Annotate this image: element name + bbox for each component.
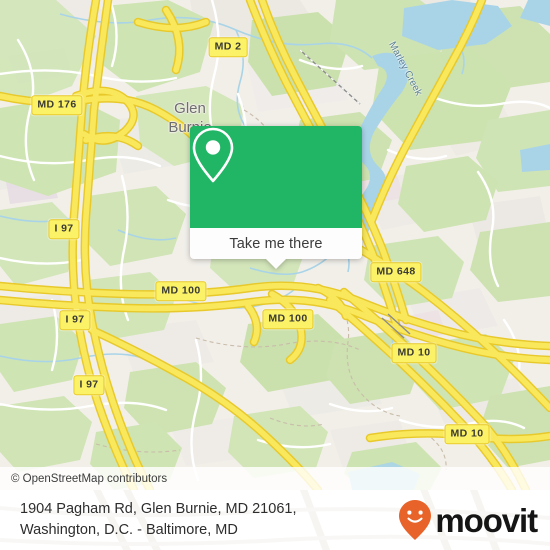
map-pin-icon: [192, 127, 234, 183]
shield-md-10-south[interactable]: MD 10: [444, 424, 490, 444]
shield-md-100-east[interactable]: MD 100: [262, 309, 314, 329]
osm-attribution-text[interactable]: © OpenStreetMap contributors: [0, 473, 167, 485]
moovit-logo[interactable]: moovit: [398, 499, 538, 541]
map-canvas[interactable]: Glen Burnie Marley Creek MD 2 MD 176 I 9…: [0, 0, 550, 490]
address-line-2: Washington, D.C. - Baltimore, MD: [20, 522, 238, 538]
card-header: [190, 126, 362, 228]
shield-md-176[interactable]: MD 176: [31, 95, 83, 115]
shield-md-648[interactable]: MD 648: [370, 262, 422, 282]
card-footer[interactable]: Take me there: [190, 228, 362, 259]
screenshot-root: Glen Burnie Marley Creek MD 2 MD 176 I 9…: [0, 0, 550, 550]
shield-md-100-west[interactable]: MD 100: [155, 281, 207, 301]
place-label-line1: Glen: [174, 100, 206, 117]
moovit-pin-icon: [399, 500, 432, 540]
shield-i-97-south[interactable]: I 97: [73, 375, 105, 395]
shield-i-97-north[interactable]: I 97: [48, 219, 80, 239]
footer-bar: 1904 Pagham Rd, Glen Burnie, MD 21061, W…: [0, 490, 550, 550]
take-me-there-label: Take me there: [229, 235, 323, 252]
card-pointer-tail: [265, 258, 287, 269]
address-block: 1904 Pagham Rd, Glen Burnie, MD 21061, W…: [20, 499, 296, 541]
shield-md-10-north[interactable]: MD 10: [391, 343, 437, 363]
footer-content: 1904 Pagham Rd, Glen Burnie, MD 21061, W…: [0, 490, 550, 550]
address-line-1: 1904 Pagham Rd, Glen Burnie, MD 21061,: [20, 501, 297, 517]
shield-md-2[interactable]: MD 2: [208, 37, 248, 57]
shield-i-97-mid[interactable]: I 97: [59, 310, 91, 330]
moovit-wordmark: moovit: [435, 501, 538, 539]
map-attribution-bar: © OpenStreetMap contributors: [0, 467, 550, 490]
take-me-there-card[interactable]: Take me there: [190, 126, 362, 269]
